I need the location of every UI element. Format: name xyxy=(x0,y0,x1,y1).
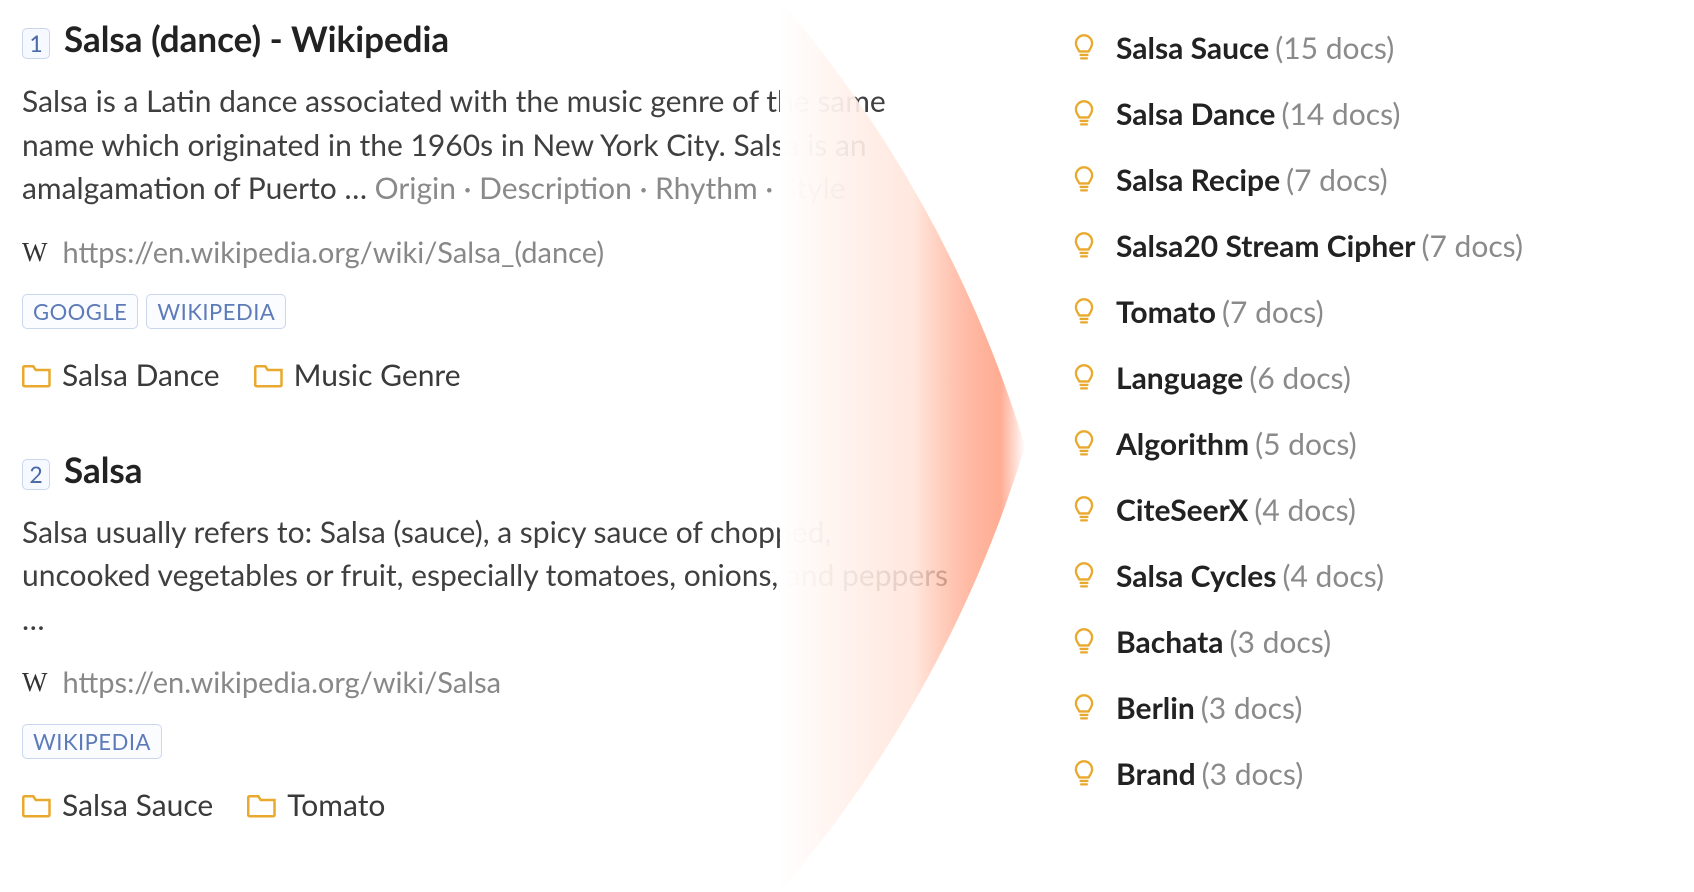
source-tag-wikipedia[interactable]: WIKIPEDIA xyxy=(146,294,286,329)
folder-icon xyxy=(247,792,277,818)
concept-count: (3 docs) xyxy=(1202,756,1304,792)
concept-item[interactable]: CiteSeerX(4 docs) xyxy=(1070,492,1670,528)
result-snippet: Salsa usually refers to: Salsa (sauce), … xyxy=(22,511,960,642)
concept-item[interactable]: Algorithm(5 docs) xyxy=(1070,426,1670,462)
lightbulb-icon xyxy=(1070,627,1098,657)
concept-label: Salsa Recipe xyxy=(1116,162,1280,198)
wikipedia-icon: W xyxy=(22,667,46,698)
wikipedia-icon: W xyxy=(22,237,46,268)
folder-icon xyxy=(22,362,52,388)
concept-count: (4 docs) xyxy=(1254,492,1356,528)
folder-icon xyxy=(22,792,52,818)
folder-label: Music Genre xyxy=(294,357,461,393)
concept-count: (4 docs) xyxy=(1282,558,1384,594)
folder-item[interactable]: Music Genre xyxy=(254,357,461,393)
concept-item[interactable]: Bachata(3 docs) xyxy=(1070,624,1670,660)
concept-count: (7 docs) xyxy=(1286,162,1388,198)
result-rank-badge: 1 xyxy=(22,28,50,59)
result-url-row: W https://en.wikipedia.org/wiki/Salsa_(d… xyxy=(22,235,960,270)
lightbulb-icon xyxy=(1070,297,1098,327)
concept-label: Salsa20 Stream Cipher xyxy=(1116,228,1415,264)
concept-count: (3 docs) xyxy=(1230,624,1332,660)
folder-item[interactable]: Tomato xyxy=(247,787,385,823)
concept-list: Salsa Sauce(15 docs) Salsa Dance(14 docs… xyxy=(1070,30,1670,822)
lightbulb-icon xyxy=(1070,231,1098,261)
result-folders: Salsa Dance Music Genre xyxy=(22,357,960,393)
lightbulb-icon xyxy=(1070,429,1098,459)
concept-label: Brand xyxy=(1116,756,1196,792)
search-result: 1 Salsa (dance) - Wikipedia Salsa is a L… xyxy=(22,18,960,393)
snippet-sections: Origin · Description · Rhythm · Style xyxy=(375,170,846,206)
concept-count: (15 docs) xyxy=(1275,30,1394,66)
folder-icon xyxy=(254,362,284,388)
folder-item[interactable]: Salsa Dance xyxy=(22,357,220,393)
concept-item[interactable]: Tomato(7 docs) xyxy=(1070,294,1670,330)
concept-item[interactable]: Berlin(3 docs) xyxy=(1070,690,1670,726)
result-url[interactable]: https://en.wikipedia.org/wiki/Salsa_(dan… xyxy=(62,235,604,270)
result-rank-badge: 2 xyxy=(22,459,50,490)
concept-label: CiteSeerX xyxy=(1116,492,1248,528)
folder-label: Salsa Dance xyxy=(62,357,220,393)
lightbulb-icon xyxy=(1070,561,1098,591)
lightbulb-icon xyxy=(1070,99,1098,129)
search-results: 1 Salsa (dance) - Wikipedia Salsa is a L… xyxy=(0,0,980,892)
folder-item[interactable]: Salsa Sauce xyxy=(22,787,213,823)
concept-label: Salsa Dance xyxy=(1116,96,1275,132)
concept-label: Tomato xyxy=(1116,294,1216,330)
source-tag-wikipedia[interactable]: WIKIPEDIA xyxy=(22,724,162,759)
concept-label: Salsa Cycles xyxy=(1116,558,1276,594)
search-result: 2 Salsa Salsa usually refers to: Salsa (… xyxy=(22,449,960,824)
source-tags: GOOGLE WIKIPEDIA xyxy=(22,294,960,329)
concept-count: (6 docs) xyxy=(1249,360,1351,396)
concept-count: (14 docs) xyxy=(1281,96,1400,132)
result-title[interactable]: Salsa xyxy=(64,449,143,491)
result-title-row: 1 Salsa (dance) - Wikipedia xyxy=(22,18,960,60)
lightbulb-icon xyxy=(1070,165,1098,195)
result-snippet: Salsa is a Latin dance associated with t… xyxy=(22,80,960,211)
concept-count: (7 docs) xyxy=(1421,228,1523,264)
concept-item[interactable]: Language(6 docs) xyxy=(1070,360,1670,396)
concept-item[interactable]: Salsa Recipe(7 docs) xyxy=(1070,162,1670,198)
result-url-row: W https://en.wikipedia.org/wiki/Salsa xyxy=(22,665,960,700)
folder-label: Salsa Sauce xyxy=(62,787,213,823)
result-title[interactable]: Salsa (dance) - Wikipedia xyxy=(64,18,449,60)
concept-item[interactable]: Salsa20 Stream Cipher(7 docs) xyxy=(1070,228,1670,264)
folder-label: Tomato xyxy=(287,787,385,823)
concept-label: Bachata xyxy=(1116,624,1224,660)
lightbulb-icon xyxy=(1070,495,1098,525)
source-tags: WIKIPEDIA xyxy=(22,724,960,759)
lightbulb-icon xyxy=(1070,33,1098,63)
concept-item[interactable]: Salsa Sauce(15 docs) xyxy=(1070,30,1670,66)
concept-item[interactable]: Salsa Dance(14 docs) xyxy=(1070,96,1670,132)
concept-label: Language xyxy=(1116,360,1243,396)
lightbulb-icon xyxy=(1070,693,1098,723)
concept-count: (5 docs) xyxy=(1255,426,1357,462)
concept-count: (3 docs) xyxy=(1201,690,1303,726)
concept-item[interactable]: Salsa Cycles(4 docs) xyxy=(1070,558,1670,594)
concept-label: Salsa Sauce xyxy=(1116,30,1269,66)
result-folders: Salsa Sauce Tomato xyxy=(22,787,960,823)
concept-label: Algorithm xyxy=(1116,426,1249,462)
concept-count: (7 docs) xyxy=(1222,294,1324,330)
lightbulb-icon xyxy=(1070,363,1098,393)
concept-item[interactable]: Brand(3 docs) xyxy=(1070,756,1670,792)
lightbulb-icon xyxy=(1070,759,1098,789)
snippet-text: Salsa usually refers to: Salsa (sauce), … xyxy=(22,514,948,637)
result-url[interactable]: https://en.wikipedia.org/wiki/Salsa xyxy=(62,665,501,700)
concept-label: Berlin xyxy=(1116,690,1195,726)
result-title-row: 2 Salsa xyxy=(22,449,960,491)
source-tag-google[interactable]: GOOGLE xyxy=(22,294,138,329)
